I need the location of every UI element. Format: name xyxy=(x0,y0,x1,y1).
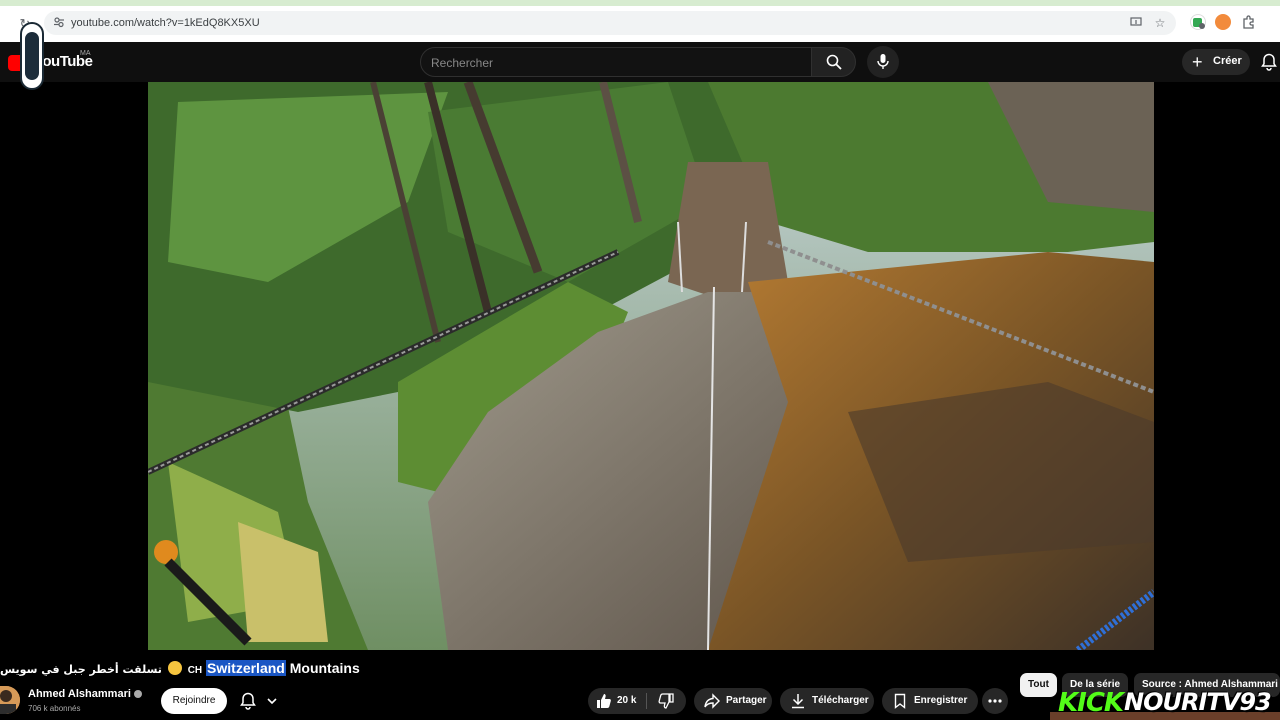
title-ch: CH xyxy=(187,665,203,676)
like-count: 20 k xyxy=(617,695,637,706)
subscription-bell-icon[interactable] xyxy=(240,692,260,710)
search-input[interactable] xyxy=(431,55,801,71)
channel-avatar[interactable] xyxy=(0,686,20,714)
create-button[interactable]: + Créer xyxy=(1182,49,1250,75)
like-dislike-group: 20 k xyxy=(588,688,686,714)
browser-toolbar: ↻ youtube.com/watch?v=1kEdQ8KX5XU ☆ xyxy=(0,0,1280,42)
video-title: تسلقت أخطر جبل في سويس CH Switzerland Mo… xyxy=(0,660,360,680)
bookmark-icon xyxy=(894,693,906,709)
like-button[interactable]: 20 k xyxy=(588,688,646,714)
download-icon xyxy=(792,694,804,709)
chevron-down-icon[interactable] xyxy=(266,694,278,706)
streamer-watermark: NOURITV93 xyxy=(1124,688,1272,716)
search-box[interactable] xyxy=(420,47,812,77)
save-label: Enregistrer xyxy=(914,695,968,706)
join-button[interactable]: Rejoindre xyxy=(161,688,227,714)
create-label: Créer xyxy=(1213,55,1242,67)
more-horizontal-icon xyxy=(988,699,1002,703)
notifications-button[interactable] xyxy=(1258,49,1280,75)
url-text: youtube.com/watch?v=1kEdQ8KX5XU xyxy=(71,17,260,29)
download-button[interactable]: Télécharger xyxy=(780,688,874,714)
bell-icon xyxy=(1261,53,1277,71)
bookmark-star-icon[interactable]: ☆ xyxy=(1153,16,1167,30)
title-arabic: تسلقت أخطر جبل في سويس xyxy=(0,663,162,676)
search-button[interactable] xyxy=(811,47,856,77)
country-code: MA xyxy=(80,50,91,57)
title-rest: Mountains xyxy=(289,660,360,676)
site-info-icon[interactable] xyxy=(52,16,66,30)
thumbs-up-icon xyxy=(597,694,611,708)
extension-icon[interactable] xyxy=(1190,14,1206,30)
search-icon xyxy=(826,54,842,70)
verified-badge-icon xyxy=(134,690,142,698)
microphone-icon xyxy=(877,54,889,69)
youtube-header: YouTube MA + Créer xyxy=(0,42,1280,82)
video-player[interactable] xyxy=(148,82,1154,650)
video-frame-image xyxy=(148,82,1154,650)
address-bar[interactable]: youtube.com/watch?v=1kEdQ8KX5XU ☆ xyxy=(44,11,1176,35)
share-button[interactable]: Partager xyxy=(694,688,772,714)
voice-search-button[interactable] xyxy=(867,46,899,78)
install-app-icon[interactable] xyxy=(1129,16,1143,30)
title-highlight: Switzerland xyxy=(206,660,286,676)
download-label: Télécharger xyxy=(812,695,869,706)
extension-orange-icon[interactable] xyxy=(1215,14,1231,30)
plus-icon: + xyxy=(1192,52,1203,72)
extensions-puzzle-icon[interactable] xyxy=(1241,14,1257,30)
share-icon xyxy=(704,693,720,709)
dislike-button[interactable] xyxy=(647,688,686,714)
more-actions-button[interactable] xyxy=(982,688,1008,714)
tab-strip-edge xyxy=(0,0,1280,6)
channel-name[interactable]: Ahmed Alshammari xyxy=(28,688,131,700)
streamer-avatar-overlay xyxy=(20,22,44,90)
subscriber-count: 706 k abonnés xyxy=(28,704,81,713)
save-button[interactable]: Enregistrer xyxy=(882,688,978,714)
share-label: Partager xyxy=(726,695,767,706)
kick-logo: KICK xyxy=(1058,688,1124,718)
shocked-emoji-icon xyxy=(167,661,182,675)
thumbs-down-icon xyxy=(658,693,674,709)
chip-all[interactable]: Tout xyxy=(1020,673,1057,697)
